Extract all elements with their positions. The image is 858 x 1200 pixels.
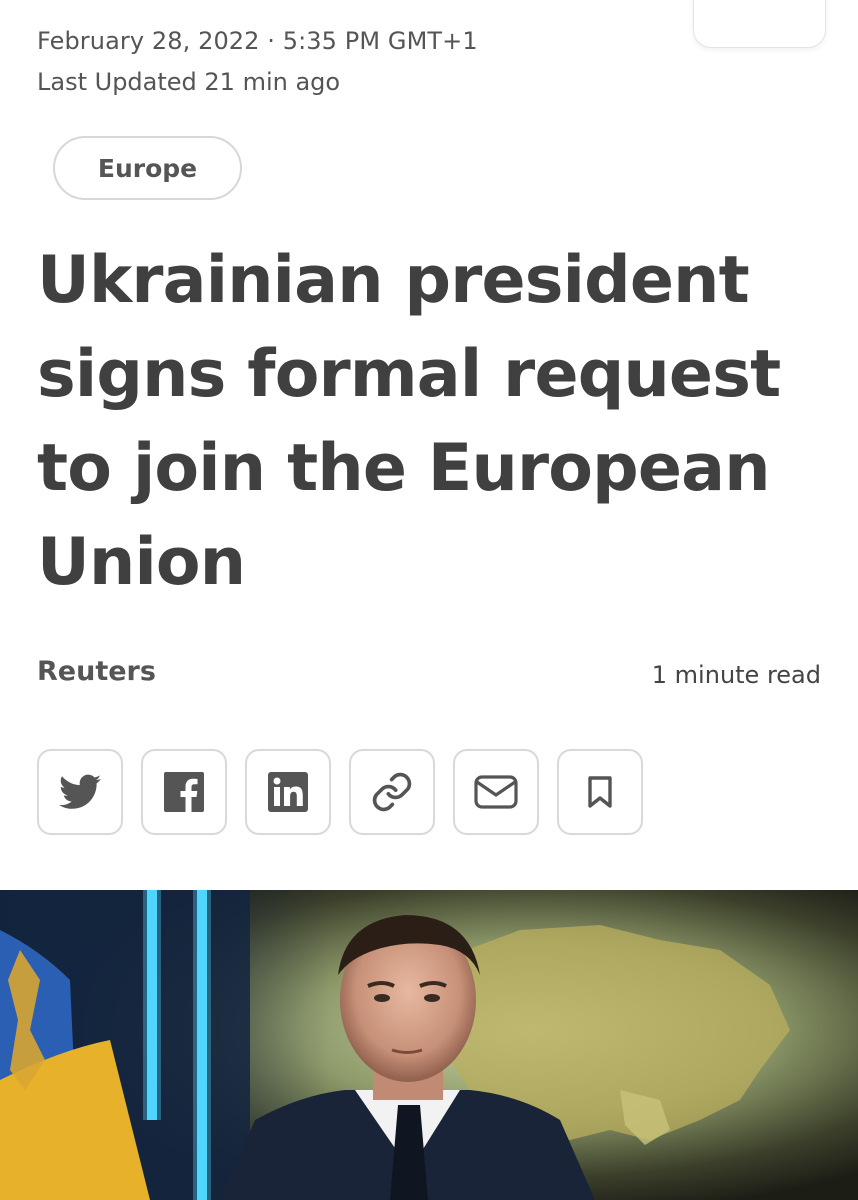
bookmark-icon xyxy=(588,776,612,808)
twitter-icon xyxy=(59,774,101,809)
share-toolbar xyxy=(37,749,643,835)
last-updated: Last Updated 21 min ago xyxy=(37,68,341,96)
bookmark-button[interactable] xyxy=(557,749,643,835)
category-tag[interactable]: Europe xyxy=(53,136,242,200)
read-time: 1 minute read xyxy=(651,661,821,689)
share-twitter-button[interactable] xyxy=(37,749,123,835)
headline: Ukrainian president signs formal request… xyxy=(37,243,781,600)
article-page: February 28, 2022 · 5:35 PM GMT+1 Last U… xyxy=(0,0,858,1200)
byline-source[interactable]: Reuters xyxy=(37,656,156,687)
linkedin-icon xyxy=(268,772,308,812)
article-hero-photo[interactable] xyxy=(0,890,858,1200)
top-floating-card[interactable] xyxy=(693,0,826,48)
facebook-icon xyxy=(164,772,204,812)
share-email-button[interactable] xyxy=(453,749,539,835)
dateline: February 28, 2022 · 5:35 PM GMT+1 xyxy=(37,27,478,55)
mail-icon xyxy=(474,775,518,809)
link-icon xyxy=(372,772,412,812)
president-portrait-image xyxy=(0,890,858,1200)
share-copy-link-button[interactable] xyxy=(349,749,435,835)
share-linkedin-button[interactable] xyxy=(245,749,331,835)
share-facebook-button[interactable] xyxy=(141,749,227,835)
